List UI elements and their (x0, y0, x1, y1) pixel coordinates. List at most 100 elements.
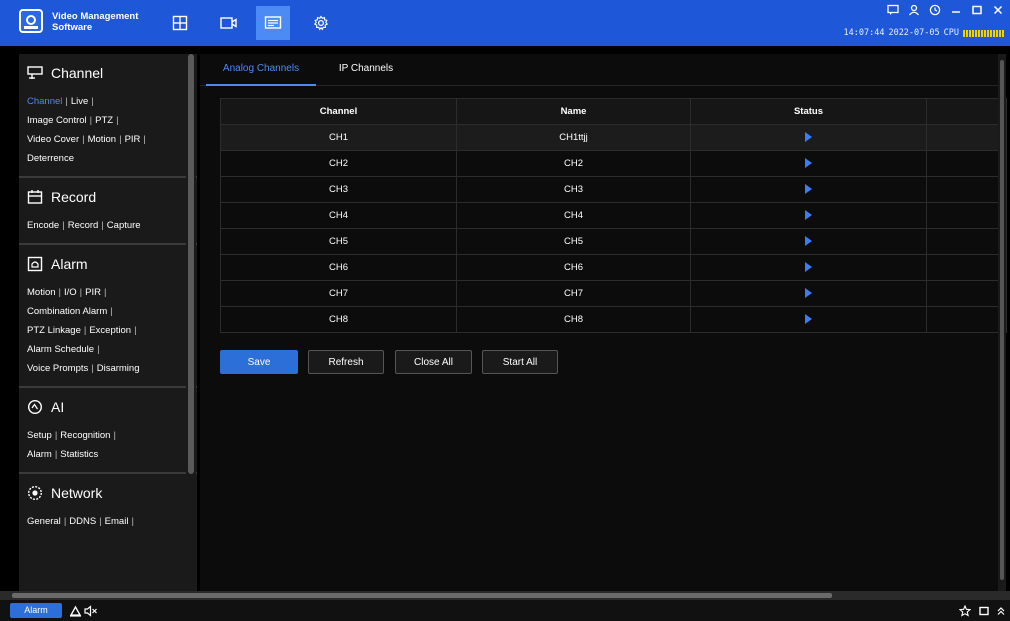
start-all-button[interactable]: Start All (482, 350, 558, 374)
sidebar-link-email[interactable]: Email (105, 516, 129, 527)
sidebar-link-setup[interactable]: Setup (27, 430, 52, 441)
cell-channel: CH6 (220, 254, 457, 281)
sidebar-link-channel[interactable]: Channel (27, 96, 62, 107)
horizontal-scroll-thumb[interactable] (12, 593, 832, 598)
clock-date: 2022-07-05 (888, 28, 940, 38)
sidebar-line: Deterrence (27, 149, 197, 168)
main-scroll-thumb[interactable] (1000, 60, 1004, 580)
device-icon[interactable] (256, 6, 290, 40)
sidebar-link-pir-alarm[interactable]: PIR (85, 287, 101, 298)
app-title-line1: Video Management (52, 11, 139, 22)
collapse-icon[interactable] (994, 604, 1008, 617)
table-row[interactable]: CH8 CH8 (220, 306, 1007, 333)
sidebar-head-channel[interactable]: Channel (27, 54, 197, 92)
sidebar-link-io[interactable]: I/O (64, 287, 77, 298)
table-row[interactable]: CH2 CH2 (220, 150, 1007, 177)
main-scrollbar[interactable] (998, 54, 1006, 591)
settings-gear-icon[interactable] (304, 6, 338, 40)
sidebar-link-statistics[interactable]: Statistics (60, 449, 98, 460)
sidebar-link-combination-alarm[interactable]: Combination Alarm (27, 306, 107, 317)
play-icon[interactable] (805, 132, 812, 143)
save-button[interactable]: Save (220, 350, 298, 374)
channel-tabs: Analog Channels IP Channels (200, 54, 1006, 86)
sidebar-link-capture[interactable]: Capture (107, 220, 141, 231)
sidebar-title-network: Network (51, 485, 103, 501)
sidebar-link-motion[interactable]: Motion (88, 134, 117, 145)
sidebar-link-exception[interactable]: Exception (89, 325, 131, 336)
sidebar-title-channel: Channel (51, 65, 104, 81)
sidebar-link-image-control[interactable]: Image Control (27, 115, 87, 126)
cell-empty (926, 202, 1007, 229)
sidebar-link-video-cover[interactable]: Video Cover (27, 134, 79, 145)
minimize-icon[interactable] (950, 4, 962, 16)
column-header-name[interactable]: Name (456, 98, 691, 125)
alarm-bell-icon[interactable] (68, 604, 82, 617)
window-icon[interactable] (977, 604, 991, 617)
sidebar-line: PTZ Linkage | Exception | (27, 325, 137, 336)
bottom-bar: Alarm (0, 600, 1010, 621)
record-icon (27, 190, 43, 204)
sidebar-link-pir[interactable]: PIR (125, 134, 141, 145)
cell-status (690, 306, 927, 333)
mute-icon[interactable] (84, 604, 98, 617)
close-icon[interactable] (992, 4, 1004, 16)
sidebar-head-record[interactable]: Record (27, 178, 197, 216)
alarm-button[interactable]: Alarm (10, 603, 62, 618)
sidebar-link-ptz[interactable]: PTZ (95, 115, 113, 126)
play-icon[interactable] (805, 158, 812, 169)
user-icon[interactable] (908, 4, 920, 16)
play-icon[interactable] (805, 314, 812, 325)
sidebar-scroll-thumb[interactable] (188, 54, 194, 474)
play-icon[interactable] (805, 184, 812, 195)
tab-analog-channels[interactable]: Analog Channels (206, 54, 316, 86)
sidebar-link-alarm-schedule[interactable]: Alarm Schedule (27, 344, 94, 355)
table-row[interactable]: CH7 CH7 (220, 280, 1007, 307)
sidebar-link-record[interactable]: Record (68, 220, 99, 231)
channel-icon (27, 66, 43, 79)
sidebar-head-network[interactable]: Network (27, 474, 197, 512)
cell-channel: CH1 (220, 124, 457, 151)
cell-empty (926, 306, 1007, 333)
sidebar-link-general[interactable]: General (27, 516, 61, 527)
cell-channel: CH4 (220, 202, 457, 229)
maximize-icon[interactable] (971, 4, 983, 16)
playback-icon[interactable] (212, 6, 246, 40)
play-icon[interactable] (805, 236, 812, 247)
play-icon[interactable] (805, 288, 812, 299)
grid-view-icon[interactable] (163, 6, 197, 40)
sidebar-link-motion-alarm[interactable]: Motion (27, 287, 56, 298)
sidebar-link-ai-alarm[interactable]: Alarm (27, 449, 52, 460)
table-row[interactable]: CH1 CH1ttjj (220, 124, 1007, 151)
tab-ip-channels[interactable]: IP Channels (326, 54, 406, 86)
cell-name: CH7 (456, 280, 691, 307)
table-row[interactable]: CH6 CH6 (220, 254, 1007, 281)
table-row[interactable]: CH3 CH3 (220, 176, 1007, 203)
cpu-usage-meter (963, 29, 1004, 37)
clock-icon[interactable] (929, 4, 941, 16)
sidebar-link-ptz-linkage[interactable]: PTZ Linkage (27, 325, 81, 336)
sidebar-link-disarming[interactable]: Disarming (97, 363, 140, 374)
horizontal-scrollbar[interactable] (0, 591, 1010, 600)
play-icon[interactable] (805, 262, 812, 273)
refresh-button[interactable]: Refresh (308, 350, 384, 374)
sidebar-link-live[interactable]: Live (71, 96, 88, 107)
pin-icon[interactable] (958, 604, 972, 617)
sidebar-link-ddns[interactable]: DDNS (69, 516, 96, 527)
sidebar-section-channel: Channel Channel | Live | Image Control | PTZ |… (19, 54, 197, 178)
sidebar-link-deterrence[interactable]: Deterrence (27, 153, 74, 164)
sidebar-head-alarm[interactable]: Alarm (27, 245, 197, 283)
network-icon (27, 485, 43, 501)
close-all-button[interactable]: Close All (395, 350, 472, 374)
cell-status (690, 280, 927, 307)
sidebar-link-voice-prompts[interactable]: Voice Prompts (27, 363, 88, 374)
sidebar-link-recognition[interactable]: Recognition (60, 430, 110, 441)
column-header-status[interactable]: Status (690, 98, 927, 125)
table-row[interactable]: CH4 CH4 (220, 202, 1007, 229)
sidebar-head-ai[interactable]: AI (27, 388, 197, 426)
play-icon[interactable] (805, 210, 812, 221)
sidebar-link-encode[interactable]: Encode (27, 220, 59, 231)
sidebar-scrollbar[interactable] (186, 54, 196, 591)
column-header-channel[interactable]: Channel (220, 98, 457, 125)
chat-icon[interactable] (887, 4, 899, 16)
table-row[interactable]: CH5 CH5 (220, 228, 1007, 255)
